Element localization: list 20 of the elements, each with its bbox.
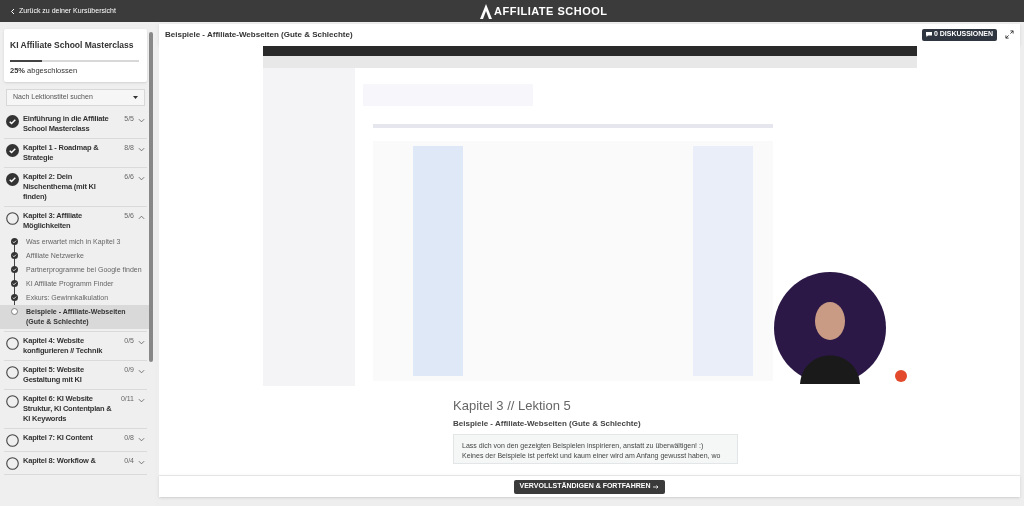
arrow-right-icon <box>653 484 660 489</box>
chevron-down-icon <box>138 340 145 345</box>
chevron-up-icon <box>138 215 145 220</box>
lesson-title: Beispiele - Affiliate-Webseiten (Gute & Schlechte) <box>165 28 353 41</box>
chevron-down-icon <box>138 398 145 403</box>
lesson-subheading: Beispiele - Affiliate-Webseiten (Gute & Schlechte) <box>453 419 641 429</box>
chevron-down-icon <box>138 369 145 374</box>
chevron-left-icon <box>10 7 15 15</box>
logo-icon <box>480 3 492 19</box>
chevron-down-icon <box>138 437 145 442</box>
expand-icon[interactable] <box>1005 30 1014 39</box>
course-title: KI Affiliate School Masterclass <box>10 39 135 52</box>
chat-icon <box>925 32 932 37</box>
lesson-heading: Kapitel 3 // Lektion 5 <box>453 398 571 413</box>
logo-text: AFFILIATE SCHOOL <box>494 4 608 19</box>
chevron-down-icon <box>138 147 145 152</box>
chevron-down-icon <box>138 176 145 181</box>
dropdown-caret-icon <box>133 96 138 99</box>
chevron-down-icon <box>138 460 145 465</box>
chevron-down-icon <box>138 118 145 123</box>
